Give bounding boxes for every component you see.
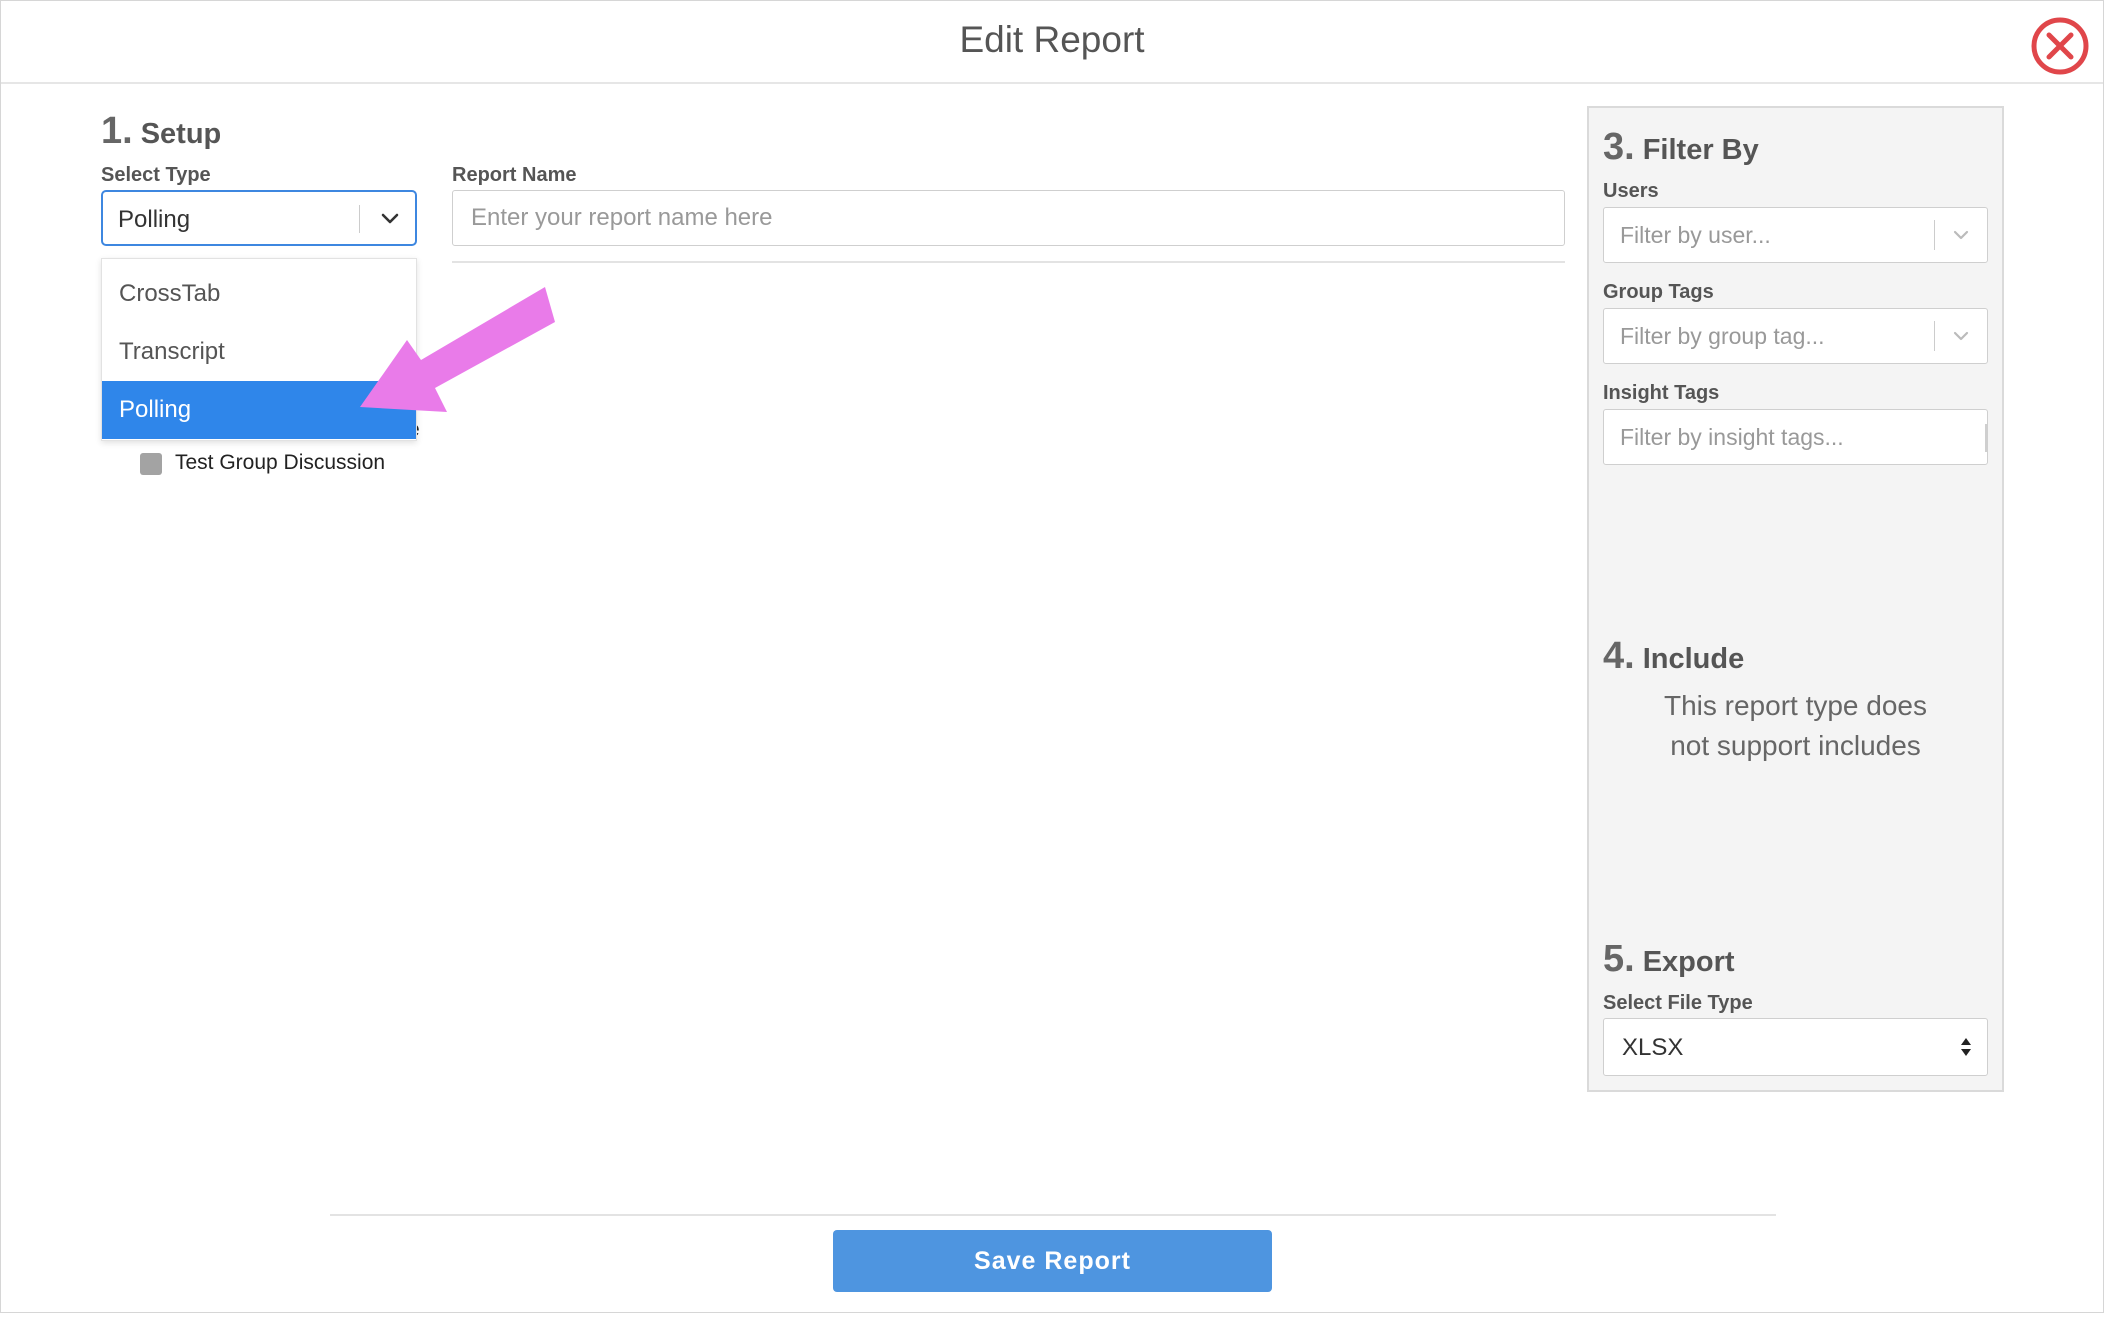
export-section-label: Export bbox=[1642, 946, 1735, 978]
group-tags-filter-placeholder: Filter by group tag... bbox=[1620, 323, 1825, 349]
users-label: Users bbox=[1603, 180, 1659, 202]
chevron-down-icon bbox=[1953, 230, 1969, 240]
select-type-label: Select Type bbox=[101, 164, 211, 186]
annotation-arrow-icon bbox=[360, 287, 555, 412]
select-type-value: Polling bbox=[118, 206, 191, 233]
footer-divider bbox=[330, 1214, 1776, 1216]
include-message-line-1: This report type does bbox=[1663, 690, 1928, 721]
test-group-discussion-label: Test Group Discussion bbox=[175, 451, 386, 474]
modal-header: Edit Report bbox=[1, 1, 2103, 84]
insight-tags-edge bbox=[1985, 424, 1987, 452]
test-group-discussion-checkbox[interactable] bbox=[140, 453, 162, 475]
include-section-label: Include bbox=[1642, 643, 1745, 675]
users-separator bbox=[1934, 220, 1935, 250]
select-type-dropdown[interactable]: Polling bbox=[101, 190, 417, 246]
group-tags-label: Group Tags bbox=[1603, 281, 1714, 303]
filter-section-label: Filter By bbox=[1642, 134, 1759, 166]
close-icon bbox=[2031, 17, 2089, 75]
modal-title: Edit Report bbox=[959, 19, 1145, 60]
setup-section-label: Setup bbox=[140, 118, 222, 150]
export-section-title: 5. Export bbox=[1603, 938, 1735, 981]
report-name-label: Report Name bbox=[452, 164, 577, 186]
insight-tags-filter-placeholder: Filter by insight tags... bbox=[1620, 424, 1844, 450]
export-section-number: 5. bbox=[1603, 938, 1635, 980]
include-message-line-2: not support includes bbox=[1670, 730, 1921, 761]
file-type-select[interactable]: XLSX bbox=[1603, 1018, 1988, 1076]
chevron-down-icon bbox=[381, 213, 399, 224]
sort-updown-icon bbox=[1961, 1038, 1971, 1056]
insight-tags-filter-input[interactable]: Filter by insight tags... bbox=[1603, 409, 1988, 465]
group-tags-filter-select[interactable]: Filter by group tag... bbox=[1603, 308, 1988, 364]
file-type-value: XLSX bbox=[1622, 1034, 1684, 1061]
insight-tags-label: Insight Tags bbox=[1603, 382, 1720, 404]
select-separator bbox=[359, 205, 360, 233]
include-section-number: 4. bbox=[1603, 635, 1635, 677]
include-message: This report type does not support includ… bbox=[1603, 686, 1988, 766]
include-section-title: 4. Include bbox=[1603, 635, 1744, 678]
setup-divider bbox=[452, 261, 1565, 263]
filter-section-number: 3. bbox=[1603, 126, 1635, 168]
close-button[interactable] bbox=[2030, 16, 2090, 76]
setup-section-title: 1. Setup bbox=[101, 110, 221, 153]
report-name-input[interactable] bbox=[452, 190, 1565, 246]
users-filter-select[interactable]: Filter by user... bbox=[1603, 207, 1988, 263]
group-tags-separator bbox=[1934, 321, 1935, 351]
filter-section-title: 3. Filter By bbox=[1603, 126, 1759, 169]
file-type-label: Select File Type bbox=[1603, 992, 1753, 1014]
users-filter-placeholder: Filter by user... bbox=[1620, 222, 1771, 248]
setup-section-number: 1. bbox=[101, 110, 133, 152]
save-report-button[interactable]: Save Report bbox=[833, 1230, 1272, 1292]
chevron-down-icon bbox=[1953, 331, 1969, 341]
